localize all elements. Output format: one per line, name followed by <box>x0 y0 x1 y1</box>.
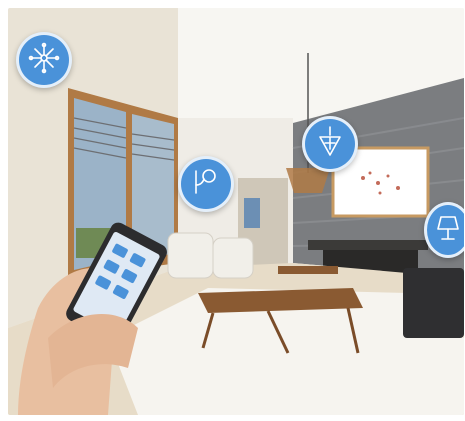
chandelier-icon <box>27 41 61 80</box>
living-room-illustration <box>8 8 464 415</box>
living-room-photo <box>8 8 464 415</box>
table-lamp-icon <box>431 211 464 250</box>
sofa <box>403 268 464 338</box>
armchair-right <box>212 237 254 279</box>
chandelier-hotspot[interactable] <box>16 32 72 88</box>
pendant-lamp-hotspot[interactable] <box>302 116 358 172</box>
pendant-lamp-icon <box>313 125 347 164</box>
armchair-left <box>167 232 214 279</box>
table-lamp-hotspot[interactable] <box>424 202 464 258</box>
wall-lamp-hotspot[interactable] <box>178 156 234 212</box>
wall-lamp-icon <box>189 165 223 204</box>
